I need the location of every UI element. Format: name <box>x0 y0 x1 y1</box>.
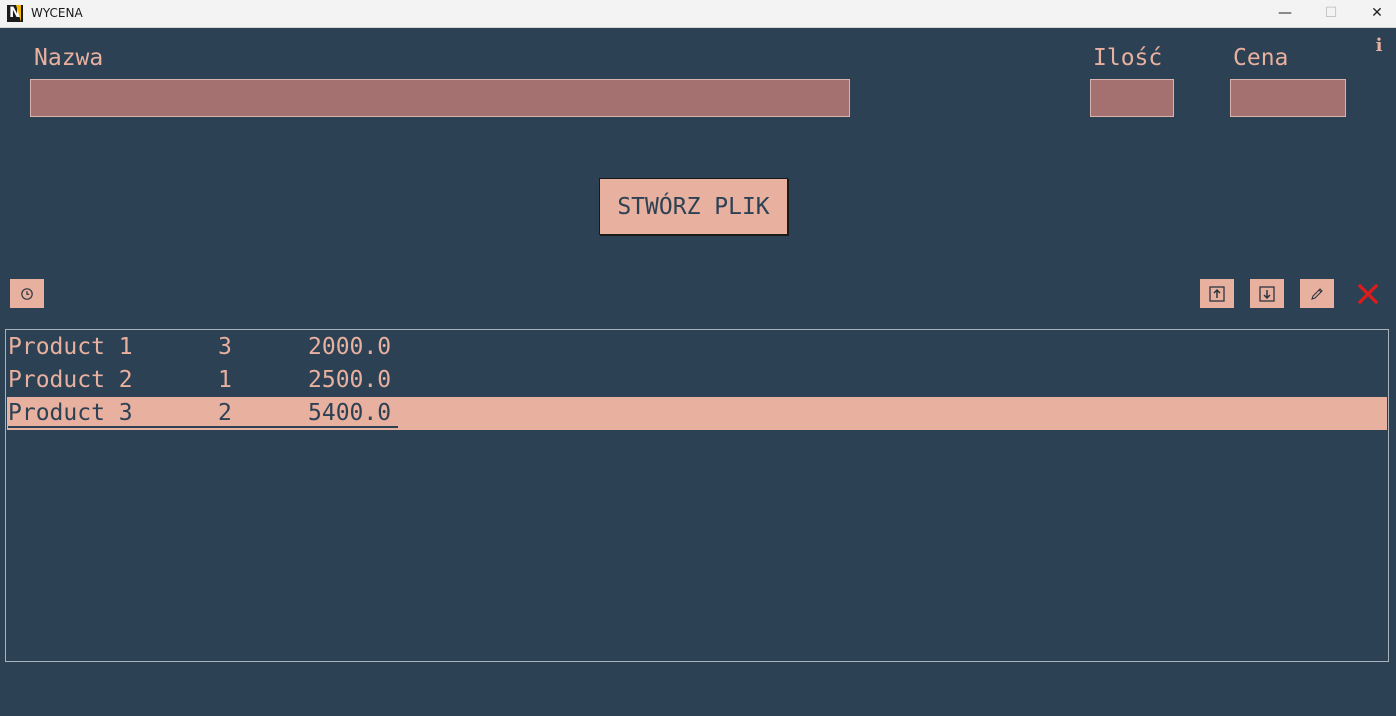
move-up-button[interactable] <box>1200 279 1234 308</box>
item-name: Product 1 <box>8 334 133 360</box>
info-icon[interactable]: i <box>1372 35 1386 57</box>
close-button[interactable]: ✕ <box>1354 0 1396 28</box>
price-input[interactable] <box>1230 79 1346 117</box>
quantity-input[interactable] <box>1090 79 1174 117</box>
item-quantity: 3 <box>218 334 232 360</box>
name-label: Nazwa <box>34 45 104 71</box>
arrow-down-box-icon <box>1259 285 1275 302</box>
delete-button[interactable] <box>1354 280 1382 308</box>
title-bar: N WYCENA — ☐ ✕ <box>0 0 1396 28</box>
edit-button[interactable] <box>1300 279 1334 308</box>
list-item[interactable]: Product 1 3 2000.0 <box>7 331 1387 364</box>
red-x-icon <box>1357 283 1379 305</box>
quantity-label: Ilość <box>1093 45 1163 71</box>
item-price: 5400.0 <box>308 400 392 426</box>
focus-underline <box>8 426 398 428</box>
window-title: WYCENA <box>31 6 83 20</box>
move-down-button[interactable] <box>1250 279 1284 308</box>
name-input[interactable] <box>30 79 850 117</box>
item-price: 2500.0 <box>308 367 392 393</box>
list-item-selected[interactable]: Product 3 2 5400.0 <box>7 397 1387 430</box>
item-price: 2000.0 <box>308 334 392 360</box>
list-item[interactable]: Product 2 1 2500.0 <box>7 364 1387 397</box>
maximize-button[interactable]: ☐ <box>1308 0 1354 28</box>
item-quantity: 1 <box>218 367 232 393</box>
pencil-icon <box>1311 287 1323 300</box>
clock-icon <box>21 287 33 300</box>
arrow-up-box-icon <box>1209 285 1225 302</box>
item-name: Product 2 <box>8 367 133 393</box>
history-button[interactable] <box>10 279 44 308</box>
create-file-button[interactable]: STWÓRZ PLIK <box>599 178 788 235</box>
price-label: Cena <box>1233 45 1289 71</box>
item-quantity: 2 <box>218 400 232 426</box>
minimize-button[interactable]: — <box>1262 0 1308 28</box>
item-name: Product 3 <box>8 400 133 426</box>
product-list[interactable]: Product 1 3 2000.0 Product 2 1 2500.0 Pr… <box>5 329 1389 662</box>
